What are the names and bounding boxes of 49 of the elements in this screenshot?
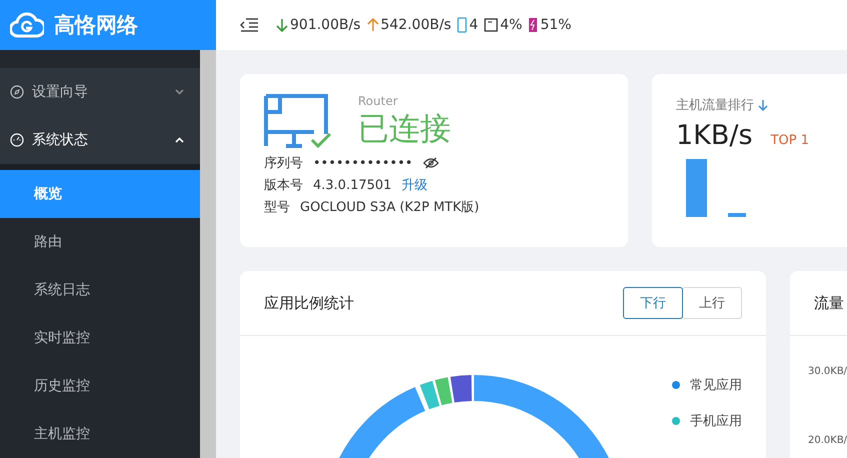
status-value: 4%: [500, 17, 522, 33]
menu-group[interactable]: 系统状态: [0, 116, 200, 164]
field-label: 版本号: [264, 177, 303, 194]
menu-item[interactable]: 历史监控: [0, 362, 200, 410]
field-label: 型号: [264, 199, 290, 216]
rank-label: TOP 1: [770, 133, 809, 148]
status-value: 4: [469, 17, 478, 33]
legend-label: 手机应用: [690, 413, 742, 430]
phone-icon: [457, 17, 468, 33]
axis-tick-label: 20.0KB/: [808, 435, 847, 446]
status-value: 901.00B/s: [290, 17, 361, 33]
cloud-logo-icon: [10, 12, 44, 38]
menu-item[interactable]: 实时监控: [0, 314, 200, 362]
device-type: Router: [358, 94, 399, 108]
gauge-icon: [10, 133, 24, 147]
menu-item[interactable]: 路由: [0, 218, 200, 266]
direction-tab[interactable]: 下行: [623, 287, 683, 319]
logo-text: 高恪网络: [54, 12, 138, 39]
up-arrow-icon: [366, 18, 379, 32]
menu-group-label: 系统状态: [32, 131, 89, 149]
down-arrow-icon: [276, 18, 288, 32]
axis-tick-label: 30.0KB/: [808, 366, 847, 377]
field-value: •••••••••••••: [313, 156, 413, 170]
field-value: GOCLOUD S3A (K2P MTK版): [300, 199, 480, 216]
card-title: 主机流量排行: [676, 97, 754, 114]
upgrade-link[interactable]: 升级: [402, 176, 428, 194]
menu-group-label: 设置向导: [32, 83, 89, 101]
chevron-down-icon: [175, 89, 184, 95]
connection-status: 已连接: [358, 110, 451, 149]
status-value: 542.00B/s: [380, 17, 452, 33]
eye-hidden-icon[interactable]: [422, 157, 439, 169]
battery-icon: [528, 17, 538, 33]
menu-item[interactable]: 系统日志: [0, 266, 200, 314]
status-value: 51%: [540, 17, 572, 33]
menu-group[interactable]: 设置向导: [0, 68, 200, 116]
card-title: 应用比例统计: [264, 294, 354, 312]
direction-tab[interactable]: 上行: [682, 287, 742, 319]
down-arrow-icon[interactable]: [758, 99, 768, 111]
scrollbar[interactable]: [200, 50, 216, 458]
compass-icon: [10, 85, 24, 99]
menu-item[interactable]: 主机监控: [0, 410, 200, 458]
chevron-up-icon: [175, 137, 184, 143]
chip-icon: [484, 18, 498, 32]
legend-label: 常见应用: [690, 377, 742, 394]
field-label: 序列号: [264, 155, 303, 172]
field-value: 4.3.0.17501: [313, 178, 392, 192]
card-title: 流量: [814, 294, 844, 312]
menu-collapse-icon[interactable]: [240, 18, 258, 32]
speed-value: 1KB/s: [676, 120, 753, 151]
